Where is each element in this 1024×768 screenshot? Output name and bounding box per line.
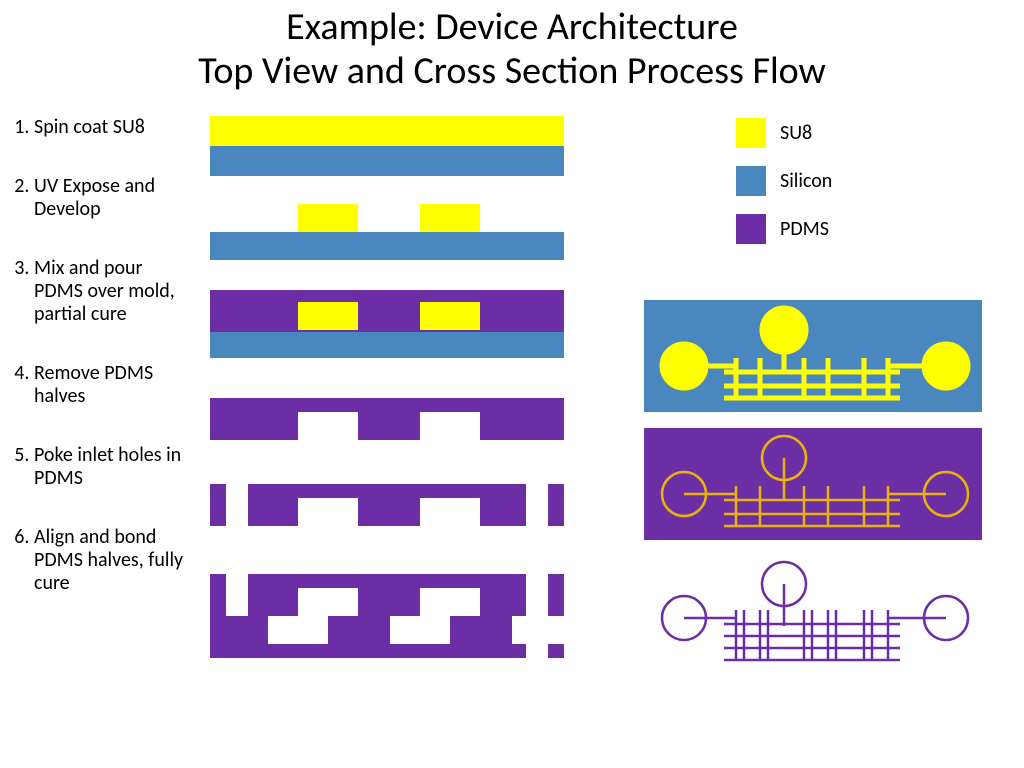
legend-row-pdms: PDMS (736, 214, 832, 244)
stage-3-diagram (210, 290, 564, 362)
topview-3-diagram (644, 560, 982, 672)
steps-list: Spin coat SU8 UV Expose and Develop Mix … (10, 116, 190, 631)
step-2: UV Expose and Develop (34, 175, 190, 221)
topview-1-diagram (644, 300, 982, 412)
stage-6-diagram (210, 574, 564, 660)
swatch-silicon-icon (736, 166, 766, 196)
swatch-pdms-icon (736, 214, 766, 244)
legend-label-su8: SU8 (780, 121, 812, 145)
title-line-2: Top View and Cross Section Process Flow (198, 48, 826, 94)
step-3: Mix and pour PDMS over mold, partial cur… (34, 257, 190, 326)
step-1: Spin coat SU8 (34, 116, 190, 139)
swatch-su8-icon (736, 118, 766, 148)
stage-4-diagram (210, 398, 564, 444)
legend-label-silicon: Silicon (780, 169, 832, 193)
stage-5-diagram (210, 484, 564, 530)
legend-row-silicon: Silicon (736, 166, 832, 196)
title-line-1: Example: Device Architecture (286, 4, 738, 50)
stage-2-diagram (210, 200, 564, 262)
topview-2-diagram (644, 428, 982, 540)
stage-1-diagram (210, 116, 564, 180)
legend-row-su8: SU8 (736, 118, 832, 148)
legend: SU8 Silicon PDMS (736, 118, 832, 262)
slide-title: Example: Device Architecture Top View an… (0, 0, 1024, 93)
step-6: Align and bond PDMS halves, fully cure (34, 526, 190, 595)
legend-label-pdms: PDMS (780, 217, 829, 241)
step-4: Remove PDMS halves (34, 362, 190, 408)
step-5: Poke inlet holes in PDMS (34, 444, 190, 490)
